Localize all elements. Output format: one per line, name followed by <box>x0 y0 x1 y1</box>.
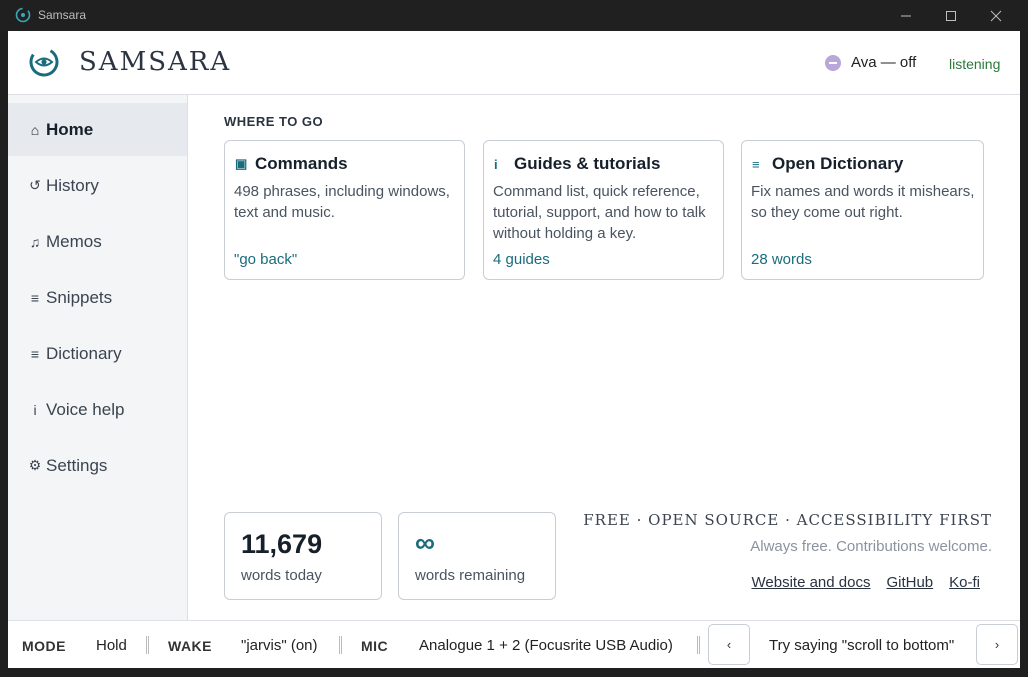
sidebar-item-dictionary[interactable]: ≡ Dictionary <box>8 327 187 380</box>
card-title: ▣ Commands <box>235 154 348 174</box>
divider <box>146 636 149 654</box>
sidebar-item-label: Snippets <box>46 287 113 307</box>
samsara-logo-icon <box>29 47 59 77</box>
history-icon: ↺ <box>29 177 41 193</box>
website-link[interactable]: Website and docs <box>752 574 871 591</box>
home-icon: ⌂ <box>30 121 40 138</box>
tagline: FREE · OPEN SOURCE · ACCESSIBILITY FIRST <box>583 511 992 529</box>
close-icon <box>990 10 1002 21</box>
sidebar-item-label: History <box>46 175 99 195</box>
divider <box>339 636 342 654</box>
maximize-icon <box>946 10 956 21</box>
card-title: ≡ Open Dictionary <box>752 154 903 174</box>
maximize-button[interactable] <box>928 0 974 31</box>
sidebar-item-label: Settings <box>46 455 108 475</box>
section-heading: WHERE TO GO <box>224 114 324 129</box>
chevron-right-icon: › <box>994 637 1000 652</box>
chevron-left-icon: ‹ <box>726 637 732 652</box>
square-icon: ▣ <box>235 156 248 171</box>
list-icon: ≡ <box>752 156 760 172</box>
previous-hint-button[interactable]: ‹ <box>708 624 750 665</box>
brand-name: SAMSARA <box>79 47 232 77</box>
dictionary-card[interactable]: ≡ Open Dictionary Fix names and words it… <box>741 140 984 280</box>
words-today-stat: 11,679 words today <box>224 512 382 600</box>
header: SAMSARA Ava — off listening <box>8 31 1020 95</box>
app-logo-icon <box>15 7 31 23</box>
contribution-note: Always free. Contributions welcome. <box>750 538 992 555</box>
wake-key: WAKE <box>168 638 212 654</box>
card-title-text: Commands <box>255 154 348 173</box>
listening-status[interactable]: listening <box>949 56 1000 72</box>
sidebar-item-home[interactable]: ⌂ Home <box>8 103 187 156</box>
wake-value[interactable]: "jarvis" (on) <box>241 637 318 654</box>
commands-card[interactable]: ▣ Commands 498 phrases, including window… <box>224 140 465 280</box>
hint-text: Try saying "scroll to bottom" <box>769 637 955 654</box>
sidebar-item-label: Memos <box>46 231 102 251</box>
sidebar-item-voice-help[interactable]: i Voice help <box>8 383 187 436</box>
close-button[interactable] <box>973 0 1019 31</box>
footer-links: Website and docs GitHub Ko-fi <box>752 574 981 591</box>
sidebar-item-label: Home <box>46 119 94 139</box>
title-bar: Samsara <box>0 0 1028 31</box>
sidebar-item-label: Voice help <box>46 399 125 419</box>
divider <box>697 636 700 654</box>
assistant-status[interactable]: Ava — off <box>851 54 916 71</box>
minimize-button[interactable] <box>883 0 929 31</box>
list-icon: ≡ <box>30 289 40 306</box>
mode-key: MODE <box>22 638 66 654</box>
card-link[interactable]: 4 guides <box>493 251 550 268</box>
words-remaining-stat: ∞ words remaining <box>398 512 556 600</box>
next-hint-button[interactable]: › <box>976 624 1018 665</box>
card-link[interactable]: 28 words <box>751 251 812 268</box>
sidebar-item-memos[interactable]: ♫ Memos <box>8 215 187 268</box>
sidebar-item-label: Dictionary <box>46 343 122 363</box>
window-title: Samsara <box>38 8 87 22</box>
sidebar-item-history[interactable]: ↺ History <box>8 159 187 212</box>
sidebar-item-settings[interactable]: ⚙ Settings <box>8 439 187 492</box>
mic-key: MIC <box>361 638 389 654</box>
sidebar-item-snippets[interactable]: ≡ Snippets <box>8 271 187 324</box>
stat-label: words today <box>241 567 322 584</box>
info-icon: i <box>494 156 498 172</box>
mic-value[interactable]: Analogue 1 + 2 (Focusrite USB Audio) <box>419 637 673 654</box>
card-title-text: Open Dictionary <box>772 154 904 173</box>
card-title-text: Guides & tutorials <box>514 154 661 173</box>
guides-card[interactable]: i Guides & tutorials Command list, quick… <box>483 140 724 280</box>
card-title: i Guides & tutorials <box>494 154 660 174</box>
github-link[interactable]: GitHub <box>886 574 933 591</box>
mode-value[interactable]: Hold <box>96 637 127 654</box>
status-bar: MODE Hold WAKE "jarvis" (on) MIC Analogu… <box>8 620 1020 668</box>
assistant-status-icon <box>825 55 841 71</box>
info-icon: i <box>33 401 37 418</box>
card-link[interactable]: "go back" <box>234 251 297 268</box>
kofi-link[interactable]: Ko-fi <box>949 574 980 591</box>
minimize-icon <box>901 15 911 16</box>
card-description: Command list, quick reference, tutorial,… <box>493 183 706 242</box>
stat-value: 11,679 <box>241 529 323 559</box>
list-icon: ≡ <box>30 345 40 362</box>
music-note-icon: ♫ <box>29 233 41 250</box>
app-window: SAMSARA Ava — off listening ⌂ Home ↺ His… <box>8 31 1020 668</box>
stat-label: words remaining <box>415 567 526 584</box>
main-content: WHERE TO GO ▣ Commands 498 phrases, incl… <box>188 95 1020 620</box>
sidebar: ⌂ Home ↺ History ♫ Memos ≡ Snippets ≡ Di… <box>8 95 188 620</box>
card-description: 498 phrases, including windows, text and… <box>234 183 450 221</box>
gear-icon: ⚙ <box>28 457 42 473</box>
infinity-icon: ∞ <box>415 527 435 558</box>
card-description: Fix names and words it mishears, so they… <box>751 183 975 221</box>
